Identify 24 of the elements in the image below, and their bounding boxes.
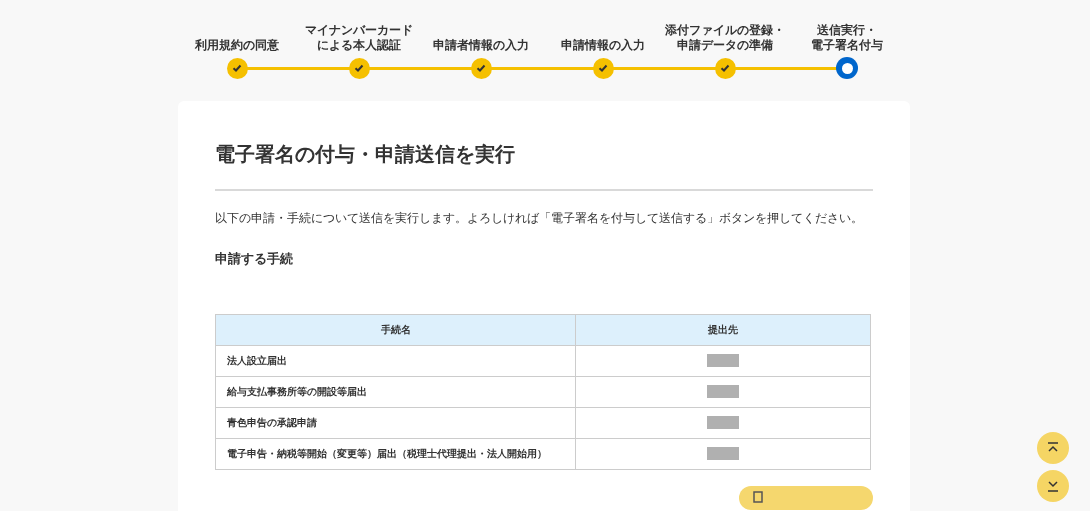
column-header: 手続名 <box>215 314 576 345</box>
table-cell: 青色申告の承認申請 <box>215 407 576 438</box>
step-label: 添付ファイルの登録・ <box>665 23 785 38</box>
step-label: 利用規約の同意 <box>195 38 279 53</box>
page-title: 電子署名の付与・申請送信を実行 <box>215 141 516 168</box>
scroll-to-top-button[interactable] <box>1037 432 1069 464</box>
table-cell: 電子申告・納税等開始（変更等）届出（税理士代理提出・法人開始用） <box>215 438 576 469</box>
step-label: 申請データの準備 <box>677 38 773 53</box>
table-cell: 法人設立届出 <box>215 345 576 376</box>
step-label: 送信実行・ <box>817 23 877 38</box>
column-header: 提出先 <box>575 314 871 345</box>
instruction-text: 以下の申請・手続について送信を実行します。よろしければ「電子署名を付与して送信する」ボタンを押してください。 <box>215 210 864 227</box>
scroll-to-bottom-button[interactable] <box>1037 470 1069 502</box>
scroll-bottom-icon <box>1046 480 1060 492</box>
step-label: 申請情報の入力 <box>561 38 645 53</box>
scroll-top-icon <box>1046 442 1060 454</box>
step-label: 申請者情報の入力 <box>433 38 529 53</box>
step-label: マイナンバーカード <box>305 23 413 38</box>
table-cell: 給与支払事務所等の開設等届出 <box>215 376 576 407</box>
step-label: による本人認証 <box>317 38 401 53</box>
step-label: 電子署名付与 <box>811 38 883 53</box>
document-icon <box>753 490 763 503</box>
section-heading: 申請する手続 <box>215 250 294 268</box>
submit-button[interactable] <box>739 485 873 510</box>
